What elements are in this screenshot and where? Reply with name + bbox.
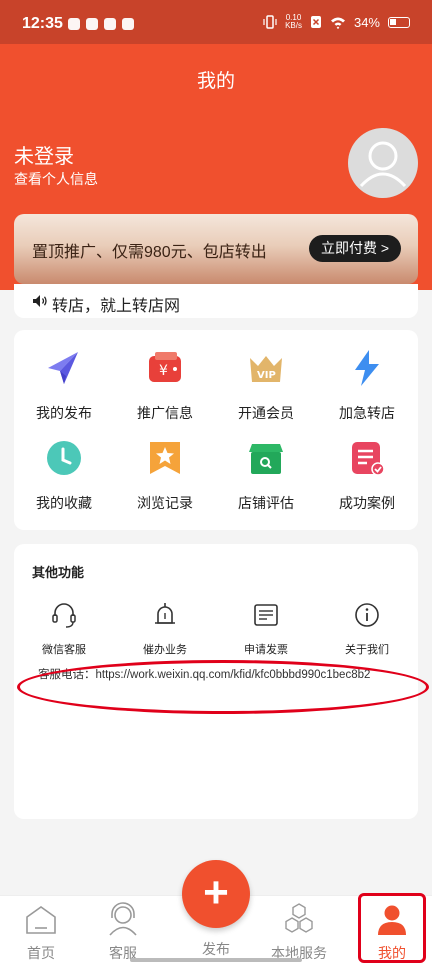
view-profile-link[interactable]: 查看个人信息 — [14, 169, 98, 189]
notice-bar: 转店，就上转店网 — [14, 284, 418, 318]
notification-icons — [68, 18, 134, 30]
function-grid: 我的发布 ¥ 推广信息 VIP 开通会员 加急转店 我的收藏 浏览记录 店铺评估… — [14, 330, 418, 530]
shop-search-icon — [249, 444, 283, 474]
grid-item-vip[interactable]: VIP 开通会员 — [216, 348, 316, 423]
tab-publish-label[interactable]: 发布 — [182, 939, 250, 959]
grid-item-shop-evaluation[interactable]: 店铺评估 — [216, 438, 316, 513]
grid-item-promotion-info[interactable]: ¥ 推广信息 — [115, 348, 215, 423]
app-notification-icon — [86, 18, 98, 30]
notice-text: 转店，就上转店网 — [52, 298, 181, 315]
star-bookmark-icon — [150, 442, 180, 474]
headset-icon — [52, 603, 76, 628]
tab-home[interactable]: 首页 — [6, 902, 76, 963]
wifi-icon — [330, 17, 345, 29]
bell-icon — [155, 603, 175, 624]
page-title: 我的 — [196, 71, 235, 92]
plus-icon: + — [203, 868, 229, 917]
invoice-icon — [254, 604, 278, 626]
home-icon — [26, 906, 56, 934]
status-time: 12:35 — [22, 15, 63, 32]
battery-icon — [388, 16, 410, 28]
app-notification-icon — [122, 18, 134, 30]
hexagons-icon — [285, 903, 313, 933]
sim-off-icon — [310, 16, 321, 28]
clock-icon — [47, 441, 81, 475]
grid-item-urgent-transfer[interactable]: 加急转店 — [317, 348, 417, 423]
app-notification-icon — [68, 18, 80, 30]
status-bar: 12:35 0.10 KB/s 34% — [0, 0, 432, 44]
document-check-icon — [352, 442, 385, 476]
speaker-icon — [33, 295, 47, 307]
default-avatar-icon — [359, 141, 407, 188]
request-invoice-item[interactable]: 申请发票 — [216, 600, 316, 657]
tab-customer-service[interactable]: 客服 — [88, 902, 158, 963]
annotation-oval — [17, 660, 429, 714]
promo-banner[interactable]: 置顶推广、仅需980元、包店转出 立即付费 > — [14, 214, 418, 284]
grid-item-my-posts[interactable]: 我的发布 — [14, 348, 114, 423]
promo-text: 置顶推广、仅需980元、包店转出 — [32, 244, 267, 261]
urge-business-item[interactable]: 催办业务 — [115, 600, 215, 657]
tab-local-service[interactable]: 本地服务 — [262, 902, 336, 963]
avatar[interactable] — [348, 128, 418, 198]
vip-crown-icon: VIP — [250, 356, 282, 382]
grid-item-favorites[interactable]: 我的收藏 — [14, 438, 114, 513]
about-us-item[interactable]: 关于我们 — [317, 600, 417, 657]
info-icon — [355, 603, 379, 627]
grid-item-success-cases[interactable]: 成功案例 — [317, 438, 417, 513]
home-indicator[interactable] — [130, 958, 302, 962]
pay-now-button[interactable]: 立即付费 > — [309, 235, 401, 262]
grid-item-history[interactable]: 浏览记录 — [115, 438, 215, 513]
section-title: 其他功能 — [32, 565, 85, 580]
battery-percent: 34% — [353, 14, 380, 30]
app-notification-icon — [104, 18, 116, 30]
vibrate-icon — [263, 15, 277, 29]
paper-plane-icon — [48, 352, 78, 384]
customer-service-icon — [109, 902, 137, 936]
user-name[interactable]: 未登录 — [14, 140, 74, 169]
wechat-service-item[interactable]: 微信客服 — [14, 600, 114, 657]
annotation-box — [358, 893, 426, 963]
status-right: 0.10 KB/s 34% — [263, 14, 410, 30]
svg-text:¥: ¥ — [159, 363, 168, 379]
network-speed: 0.10 KB/s — [285, 13, 302, 30]
lightning-icon — [355, 350, 379, 386]
svg-text:VIP: VIP — [257, 370, 276, 381]
publish-button[interactable]: + — [182, 860, 250, 928]
wallet-icon: ¥ — [149, 352, 181, 382]
